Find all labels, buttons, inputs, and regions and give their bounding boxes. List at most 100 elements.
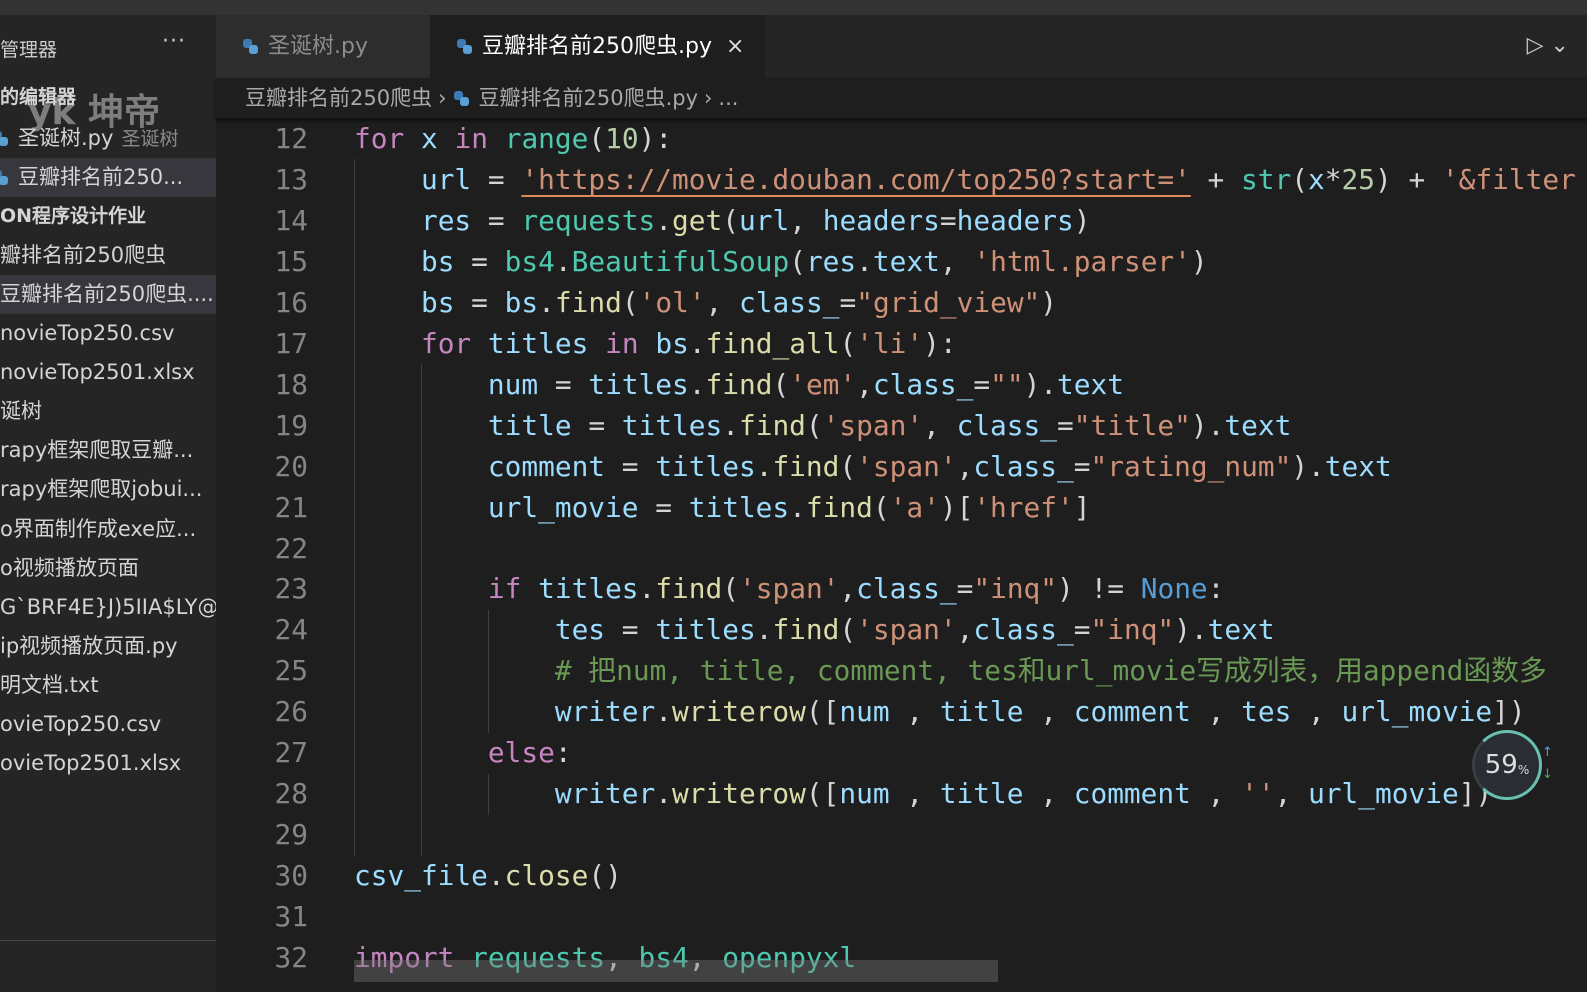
code-token: . xyxy=(554,244,572,278)
explorer-item[interactable]: o界面制作成exe应... xyxy=(0,510,216,549)
code-token: . xyxy=(755,613,773,647)
code-line: 16 bs = bs.find('ol', class_="grid_view"… xyxy=(216,282,1587,323)
line-number: 26 xyxy=(274,695,308,729)
code-token: : xyxy=(554,736,572,770)
code-token: titles xyxy=(588,367,689,401)
explorer-item[interactable]: ON程序设计作业 xyxy=(0,197,216,236)
code-token: ( xyxy=(772,367,790,401)
code-editor[interactable]: 12 for x in range(10): 13 url = 'https://m… xyxy=(216,118,1587,992)
line-number: 28 xyxy=(274,777,308,811)
explorer-item-label: o界面制作成exe应... xyxy=(0,517,197,541)
python-file-icon xyxy=(242,38,260,56)
code-token: titles xyxy=(621,408,723,442)
code-token: # 把num, title, comment, tes和url_movie写成列… xyxy=(554,654,1547,688)
breadcrumb-more[interactable]: ... xyxy=(718,86,738,110)
breadcrumb-file[interactable]: 豆瓣排名前250爬虫.py xyxy=(479,86,699,110)
code-text: num = titles.find('em',class_="").text xyxy=(354,364,1124,405)
tab-label: 豆瓣排名前250爬虫.py xyxy=(482,34,712,59)
code-token: 10 xyxy=(605,122,639,155)
code-token: writerow xyxy=(672,695,806,729)
code-token: url_movie xyxy=(1308,777,1459,811)
explorer-item[interactable]: rapy框架爬取豆瓣... xyxy=(0,431,216,470)
code-text: url = 'https://movie.douban.com/top250?s… xyxy=(354,159,1576,200)
code-token: = xyxy=(471,203,522,237)
ellipsis-icon[interactable]: ··· xyxy=(162,29,186,54)
code-token: 'https://movie.douban.com/top250?start=' xyxy=(521,162,1191,196)
code-token: . xyxy=(688,326,706,360)
code-line: 30 csv_file.close() xyxy=(216,855,1587,896)
code-token: . xyxy=(655,203,673,237)
explorer-item[interactable]: 诞树 xyxy=(0,392,216,431)
code-token: "" xyxy=(990,367,1024,401)
run-icon[interactable]: ▷ ⌄ xyxy=(1527,33,1569,58)
code-line: 20 comment = titles.find('span',class_="… xyxy=(216,446,1587,487)
explorer-item-label: ovieTop250.csv xyxy=(0,712,162,736)
explorer-item[interactable]: ovieTop250.csv xyxy=(0,705,216,744)
tab-christmas-tree[interactable]: 圣诞树.py xyxy=(216,15,430,78)
code-line: 19 title = titles.find('span', class_="t… xyxy=(216,405,1587,446)
tab-douban-scraper[interactable]: 豆瓣排名前250爬虫.py × xyxy=(430,15,765,78)
code-token: text xyxy=(1324,449,1392,483)
explorer-item[interactable]: ip视频播放页面.py xyxy=(0,627,216,666)
code-token: titles xyxy=(538,572,639,606)
code-token: class_ xyxy=(973,613,1074,647)
code-token: 'href' xyxy=(973,490,1074,524)
close-icon[interactable]: × xyxy=(726,34,744,59)
explorer-item-label: 豆瓣排名前250... xyxy=(18,165,184,189)
code-token: ([ xyxy=(805,777,840,811)
code-text: writer.writerow([num , title , comment ,… xyxy=(354,691,1526,732)
code-token: ( xyxy=(805,408,823,442)
code-text: if titles.find('span',class_="inq") != N… xyxy=(354,568,1225,609)
code-token: class_ xyxy=(739,285,840,319)
code-token: url xyxy=(420,162,472,196)
explorer-item[interactable]: 瓣排名前250爬虫 xyxy=(0,236,216,275)
explorer-item[interactable]: rapy框架爬取jobui... xyxy=(0,470,216,509)
code-token: in xyxy=(454,122,488,155)
code-token: comment xyxy=(1073,777,1191,811)
code-line: 12 for x in range(10): xyxy=(216,118,1587,159)
explorer-item-label: ON程序设计作业 xyxy=(0,205,147,227)
explorer-item[interactable]: G`BRF4E}J)5IIA$LY@... xyxy=(0,588,216,627)
explorer-item[interactable]: novieTop2501.xlsx xyxy=(0,353,216,392)
explorer-item[interactable]: o视频播放页面 xyxy=(0,549,216,588)
explorer-item[interactable]: 明文档.txt xyxy=(0,666,216,705)
horizontal-scrollbar[interactable] xyxy=(354,960,998,982)
code-token: 'span' xyxy=(739,572,840,606)
code-token: ) xyxy=(1040,285,1058,319)
code-token: = xyxy=(605,613,656,647)
explorer-item[interactable]: 豆瓣排名前250... xyxy=(0,158,216,197)
code-token: , xyxy=(956,613,974,647)
menu-bar xyxy=(0,0,1587,15)
code-token: headers xyxy=(822,203,940,237)
line-number: 15 xyxy=(274,244,308,278)
code-token: tes xyxy=(554,613,606,647)
code-token: , xyxy=(939,244,974,278)
line-number: 20 xyxy=(274,449,308,483)
explorer-item[interactable]: novieTop250.csv xyxy=(0,314,216,353)
explorer-item[interactable]: 豆瓣排名前250爬虫.... xyxy=(0,275,216,314)
code-token: titles xyxy=(655,613,756,647)
code-token: . xyxy=(755,449,773,483)
code-token: = xyxy=(956,572,974,606)
line-number: 32 xyxy=(274,941,308,974)
code-token: 'span' xyxy=(856,613,957,647)
code-token: class_ xyxy=(872,367,974,401)
line-number: 29 xyxy=(274,818,308,852)
explorer-item[interactable]: ovieTop2501.xlsx xyxy=(0,744,216,783)
code-token: x xyxy=(1307,162,1325,196)
code-token: = xyxy=(538,367,589,401)
code-token: 'ol' xyxy=(638,285,706,319)
code-token: , xyxy=(1190,695,1242,729)
code-token: find xyxy=(655,572,723,606)
breadcrumb-folder[interactable]: 豆瓣排名前250爬虫 xyxy=(245,86,432,110)
tab-label: 圣诞树.py xyxy=(268,34,368,59)
